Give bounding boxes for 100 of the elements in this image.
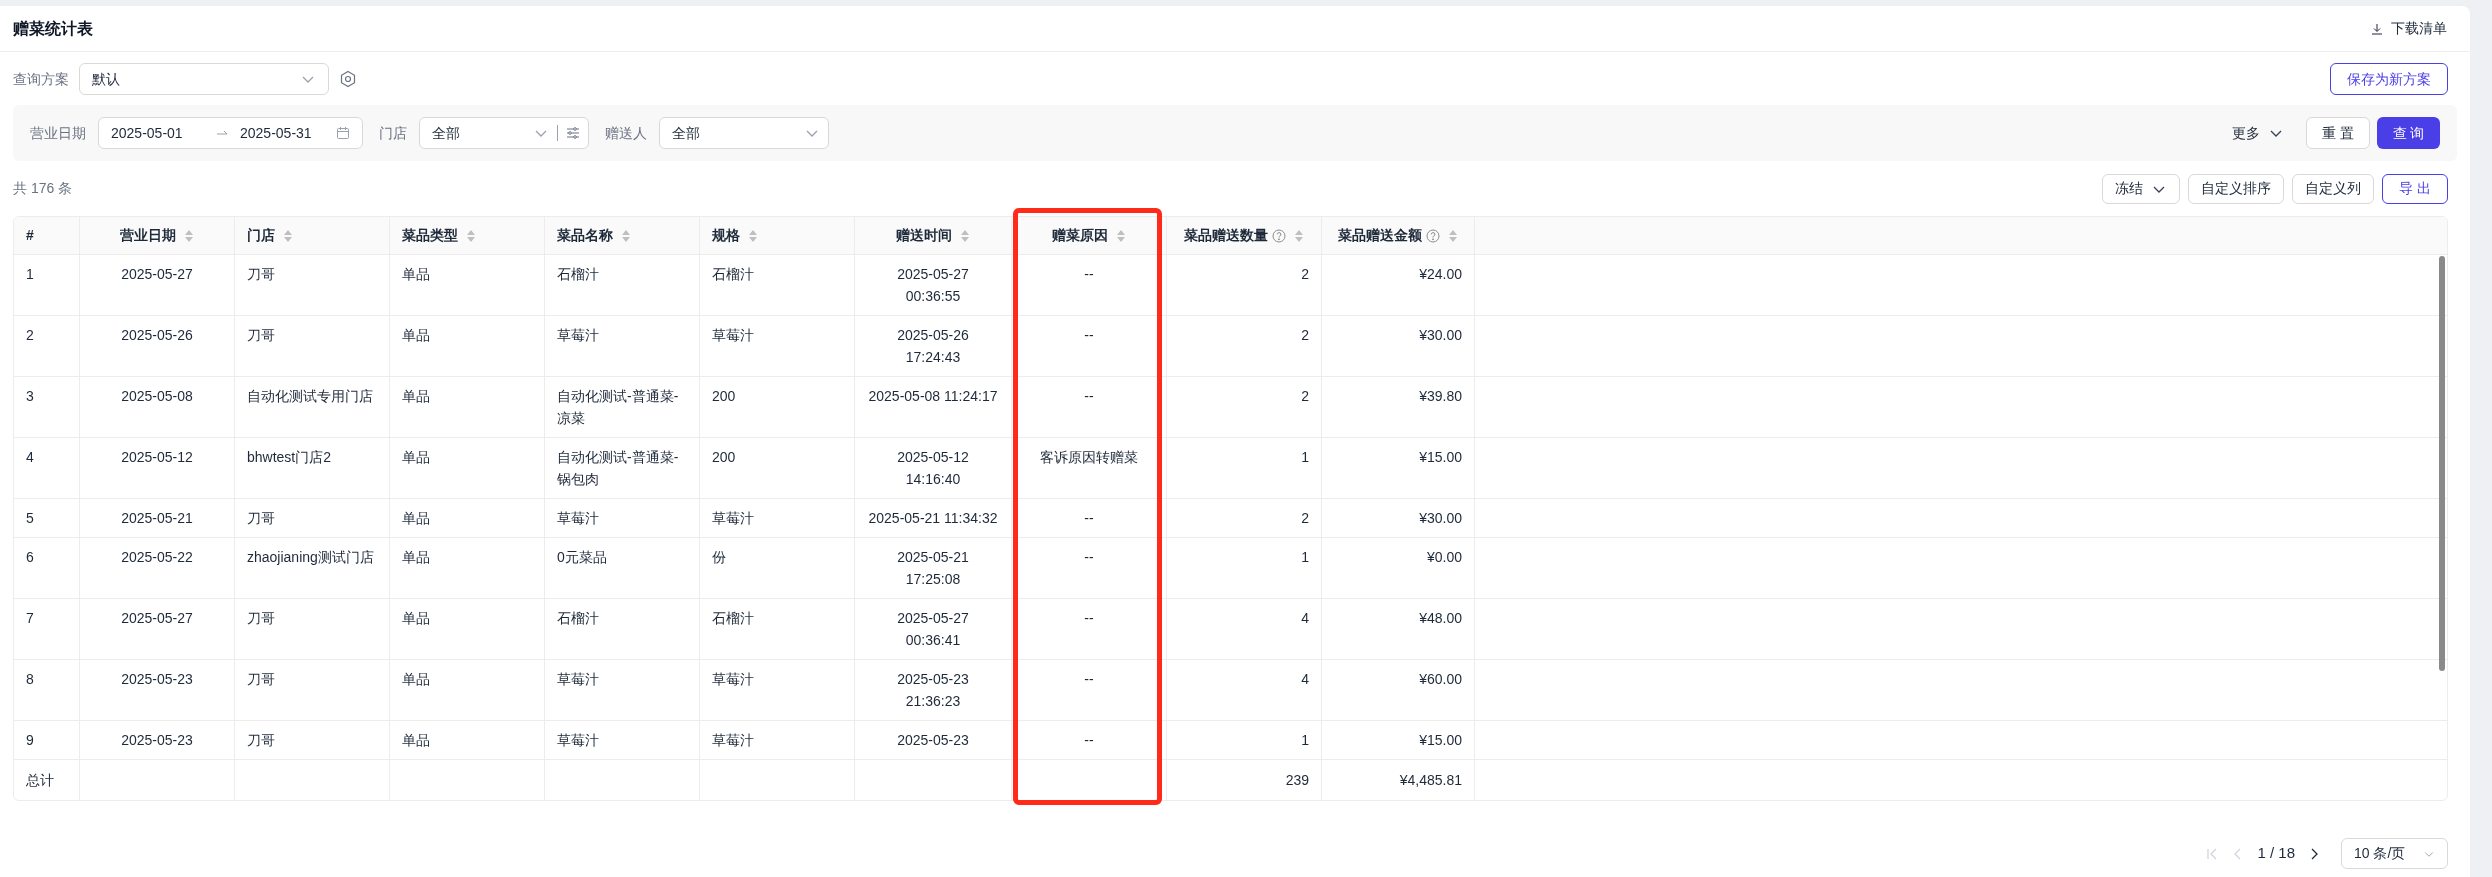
table-cell: -- xyxy=(1011,316,1166,376)
table-cell: 草莓汁 xyxy=(544,721,699,759)
more-button[interactable]: 更多 xyxy=(2232,122,2284,144)
sort-icon[interactable] xyxy=(466,228,476,243)
filter-label: 赠送人 xyxy=(605,123,647,143)
sliders-icon[interactable] xyxy=(566,126,580,140)
table-cell: 2025-05-26 17:24:43 xyxy=(854,316,1011,376)
filter-label: 营业日期 xyxy=(30,123,86,143)
table-cell: 刀哥 xyxy=(234,316,389,376)
table-cell: -- xyxy=(1011,721,1166,759)
table-cell: 草莓汁 xyxy=(699,660,854,720)
table-cell: 自动化测试-普通菜- 锅包肉 xyxy=(544,438,699,498)
giver-select[interactable]: 全部 xyxy=(659,117,829,149)
table-cell-text: 1 xyxy=(25,265,35,284)
store-select[interactable]: 全部 xyxy=(419,117,589,149)
table-cell: 1 xyxy=(1166,438,1321,498)
table-cell: 单品 xyxy=(389,499,544,537)
table-cell: 单品 xyxy=(389,599,544,659)
table-cell: 刀哥 xyxy=(234,599,389,659)
date-range-field[interactable]: 2025-05-01 2025-05-31 xyxy=(98,117,363,149)
table-cell: 刀哥 xyxy=(234,499,389,537)
table-cell: 0元菜品 xyxy=(544,538,699,598)
column-header: 门店 xyxy=(234,217,389,254)
table-cell: 份 xyxy=(699,538,854,598)
table-cell: -- xyxy=(1011,255,1166,315)
sort-icon[interactable] xyxy=(1116,228,1126,243)
table-cell: ¥24.00 xyxy=(1321,255,1474,315)
table-cell: 2025-05-21 xyxy=(79,499,234,537)
table-cell-text: 7 xyxy=(25,609,35,628)
table-cell: 草莓汁 xyxy=(544,660,699,720)
table-cell: 2 xyxy=(1166,316,1321,376)
toolbar-button[interactable]: 自定义列 xyxy=(2292,173,2375,204)
table-cell: 200 xyxy=(699,438,854,498)
column-header: # xyxy=(25,226,35,245)
table-cell: 2 xyxy=(1166,377,1321,437)
table-cell: ¥39.80 xyxy=(1321,377,1474,437)
table-cell: ¥30.00 xyxy=(1321,499,1474,537)
table-cell: 2025-05-27 xyxy=(79,599,234,659)
sort-icon[interactable] xyxy=(1448,228,1458,243)
table-cell-text: 8 xyxy=(25,670,35,689)
table-cell: 4 xyxy=(1166,599,1321,659)
help-icon xyxy=(1272,228,1286,243)
table-cell: 2025-05-26 xyxy=(79,316,234,376)
table-cell-text: 6 xyxy=(25,548,35,567)
table-cell: ¥15.00 xyxy=(1321,438,1474,498)
table-cell: -- xyxy=(1011,599,1166,659)
table-cell: 1 xyxy=(1166,721,1321,759)
table-cell: 单品 xyxy=(389,538,544,598)
table-cell: 刀哥 xyxy=(234,255,389,315)
table-cell: 2025-05-23 xyxy=(854,721,1011,759)
save-scheme-button[interactable]: 保存为新方案 xyxy=(2330,63,2448,95)
table-cell: 刀哥 xyxy=(234,721,389,759)
table-cell: 2025-05-08 11:24:17 xyxy=(854,377,1011,437)
record-count: 共 176 条 xyxy=(13,179,73,198)
column-header: 赠菜原因 xyxy=(1011,217,1166,254)
freeze-dropdown[interactable]: 冻结 xyxy=(2102,173,2181,204)
table-cell: 草莓汁 xyxy=(699,499,854,537)
sort-icon[interactable] xyxy=(1294,228,1304,243)
sort-icon[interactable] xyxy=(960,228,970,243)
table-cell: 2025-05-12 14:16:40 xyxy=(854,438,1011,498)
toolbar-button[interactable]: 自定义排序 xyxy=(2188,173,2285,204)
table-cell: 石榴汁 xyxy=(544,255,699,315)
table-cell: ¥30.00 xyxy=(1321,316,1474,376)
table-cell: 1 xyxy=(1166,538,1321,598)
total-cell-text: 总计 xyxy=(25,770,55,790)
scheme-select[interactable]: 默认 xyxy=(79,63,329,95)
table-cell: -- xyxy=(1011,538,1166,598)
table-cell: 2025-05-23 21:36:23 xyxy=(854,660,1011,720)
column-header: 菜品赠送数量 xyxy=(1166,217,1321,254)
table-cell: 石榴汁 xyxy=(544,599,699,659)
table-cell: 2 xyxy=(1166,255,1321,315)
table-cell: 2025-05-23 xyxy=(79,721,234,759)
table-cell: 石榴汁 xyxy=(699,255,854,315)
scrollbar-thumb[interactable] xyxy=(2439,256,2445,671)
table-cell: -- xyxy=(1011,377,1166,437)
export-button[interactable]: 导 出 xyxy=(2382,173,2448,204)
table-cell: 4 xyxy=(1166,660,1321,720)
table-cell-text: 9 xyxy=(25,731,35,750)
filter-label: 门店 xyxy=(379,123,407,143)
sort-icon[interactable] xyxy=(621,228,631,243)
table-cell-text: 4 xyxy=(25,448,35,467)
download-icon xyxy=(2371,22,2383,35)
table-cell: 单品 xyxy=(389,721,544,759)
sort-icon[interactable] xyxy=(748,228,758,243)
reset-button[interactable]: 重 置 xyxy=(2306,117,2370,149)
table-cell-text: 3 xyxy=(25,387,35,406)
page-size-select[interactable]: 10 条/页 xyxy=(2341,838,2448,869)
sort-icon[interactable] xyxy=(283,228,293,243)
table-cell: 2025-05-08 xyxy=(79,377,234,437)
settings-icon[interactable] xyxy=(339,70,357,88)
table-cell: 草莓汁 xyxy=(699,316,854,376)
download-list-button[interactable]: 下载清单 xyxy=(2371,18,2447,39)
table-cell: 2025-05-21 11:34:32 xyxy=(854,499,1011,537)
total-cell: 239 xyxy=(1166,760,1321,800)
sort-icon[interactable] xyxy=(184,228,194,243)
help-icon xyxy=(1426,228,1440,243)
table-cell: 单品 xyxy=(389,438,544,498)
table-cell: -- xyxy=(1011,660,1166,720)
query-button[interactable]: 查 询 xyxy=(2377,117,2440,149)
table-cell: 2025-05-12 xyxy=(79,438,234,498)
